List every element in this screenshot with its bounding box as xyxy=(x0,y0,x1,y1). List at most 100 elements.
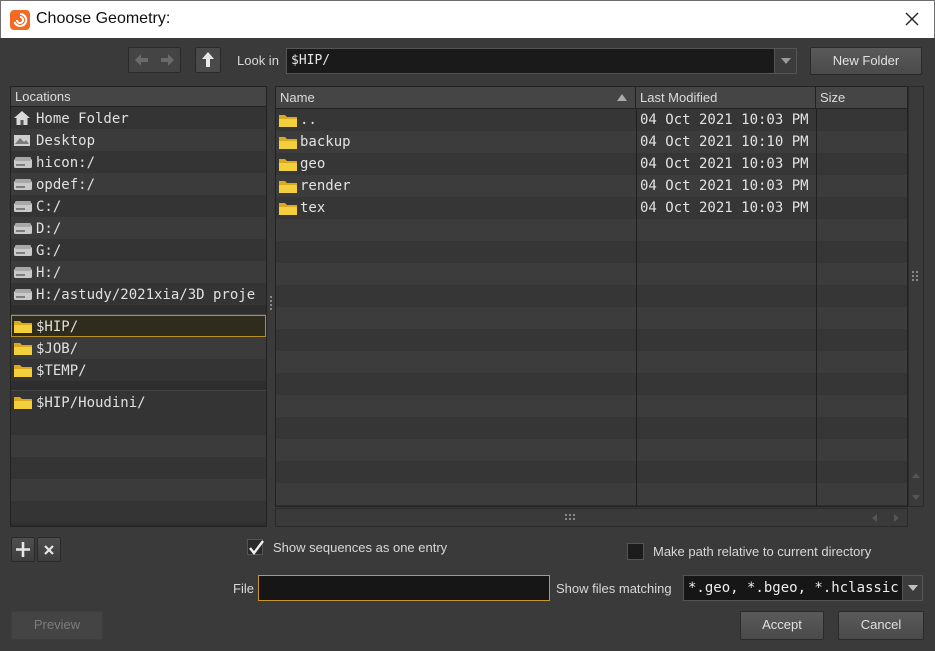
panel-splitter[interactable] xyxy=(268,86,275,527)
home-icon xyxy=(13,110,31,129)
location-item[interactable]: Desktop xyxy=(11,129,266,151)
empty-row xyxy=(276,439,907,461)
back-button[interactable] xyxy=(129,48,154,72)
empty-row xyxy=(276,395,907,417)
empty-row xyxy=(276,307,907,329)
filter-dropdown-button[interactable] xyxy=(902,576,922,600)
file-row[interactable]: tex 04 Oct 2021 10:03 PM xyxy=(276,197,907,219)
scroll-right-icon[interactable] xyxy=(894,514,899,522)
folder-icon xyxy=(278,112,298,131)
env-locations-list: $HIP/ $JOB/ $TEMP/ xyxy=(11,315,266,381)
locations-empty-area xyxy=(11,413,266,523)
close-icon xyxy=(905,12,919,26)
relative-path-checkbox[interactable] xyxy=(627,543,644,560)
drive-icon xyxy=(13,198,33,217)
location-item[interactable]: $HIP/ xyxy=(11,315,266,337)
location-item[interactable]: $HIP/Houdini/ xyxy=(11,391,266,413)
folder-icon xyxy=(278,200,298,219)
scroll-up-icon[interactable] xyxy=(912,473,920,478)
arrow-right-icon xyxy=(161,54,174,66)
location-item[interactable]: $JOB/ xyxy=(11,337,266,359)
desktop-icon xyxy=(13,132,31,151)
drive-icon xyxy=(13,242,33,261)
drive-icon xyxy=(13,220,33,239)
checkmark-icon xyxy=(249,540,264,555)
location-label: hicon:/ xyxy=(36,155,96,171)
location-item[interactable]: C:/ xyxy=(11,195,266,217)
folder-icon xyxy=(278,156,298,175)
folder-icon xyxy=(278,134,298,153)
remove-location-button[interactable] xyxy=(37,537,61,562)
file-modified: 04 Oct 2021 10:03 PM xyxy=(640,112,809,128)
drive-icon xyxy=(13,176,33,195)
new-folder-button[interactable]: New Folder xyxy=(810,47,922,75)
locations-separator xyxy=(11,381,266,391)
show-sequences-checkbox[interactable] xyxy=(247,539,264,555)
empty-row xyxy=(276,373,907,395)
file-row[interactable]: geo 04 Oct 2021 10:03 PM xyxy=(276,153,907,175)
preview-button[interactable]: Preview xyxy=(11,611,103,640)
forward-button[interactable] xyxy=(155,48,180,72)
arrow-up-icon xyxy=(202,52,214,67)
column-size-label: Size xyxy=(820,90,846,105)
empty-row xyxy=(276,219,907,241)
column-header-last-modified[interactable]: Last Modified xyxy=(636,87,816,108)
arrow-left-icon xyxy=(135,54,148,66)
column-divider xyxy=(636,109,637,506)
location-item[interactable]: H:/ xyxy=(11,261,266,283)
vertical-scrollbar[interactable] xyxy=(908,86,924,507)
location-item[interactable]: opdef:/ xyxy=(11,173,266,195)
drive-icon xyxy=(13,264,33,283)
accept-button[interactable]: Accept xyxy=(740,611,824,640)
show-sequences-label: Show sequences as one entry xyxy=(273,540,448,555)
location-item[interactable]: H:/astudy/2021xia/3D proje xyxy=(11,283,266,305)
column-header-name[interactable]: Name xyxy=(276,87,636,108)
look-in-combobox[interactable]: $HIP/ xyxy=(286,48,797,74)
close-button[interactable] xyxy=(902,9,922,29)
file-row[interactable]: .. 04 Oct 2021 10:03 PM xyxy=(276,109,907,131)
sort-ascending-icon xyxy=(617,94,627,101)
scroll-left-icon[interactable] xyxy=(872,514,877,522)
column-header-size[interactable]: Size xyxy=(816,87,907,108)
scroll-down-icon[interactable] xyxy=(912,495,920,500)
folder-icon xyxy=(13,362,33,381)
location-label: $HIP/ xyxy=(36,319,79,335)
file-label: File xyxy=(233,581,254,596)
location-label: D:/ xyxy=(36,221,62,237)
empty-row xyxy=(276,329,907,351)
file-name: .. xyxy=(300,112,317,128)
location-item[interactable]: Home Folder xyxy=(11,107,266,129)
filter-value: *.geo, *.bgeo, *.hclassic xyxy=(688,580,899,596)
file-name-input[interactable] xyxy=(258,575,550,601)
drive-icon xyxy=(13,286,33,305)
empty-row xyxy=(276,417,907,439)
look-in-dropdown-button[interactable] xyxy=(774,49,796,73)
filter-combobox[interactable]: *.geo, *.bgeo, *.hclassic xyxy=(683,575,923,601)
location-item[interactable]: $TEMP/ xyxy=(11,359,266,381)
file-rows: .. 04 Oct 2021 10:03 PM backup 04 Oct 2021 … xyxy=(276,109,907,505)
location-item[interactable]: hicon:/ xyxy=(11,151,266,173)
location-item[interactable]: D:/ xyxy=(11,217,266,239)
location-item[interactable]: G:/ xyxy=(11,239,266,261)
empty-row xyxy=(276,263,907,285)
favorite-locations-list: $HIP/Houdini/ xyxy=(11,391,266,413)
horizontal-scrollbar[interactable] xyxy=(275,508,908,527)
location-label: Desktop xyxy=(36,133,96,149)
look-in-value: $HIP/ xyxy=(291,53,331,68)
parent-folder-button[interactable] xyxy=(195,47,221,73)
locations-separator xyxy=(11,305,266,315)
plus-icon xyxy=(16,542,30,557)
remove-x-icon xyxy=(44,545,54,555)
file-row[interactable]: backup 04 Oct 2021 10:10 PM xyxy=(276,131,907,153)
locations-panel: Locations Home Folder Desktop hicon:/ opdef… xyxy=(10,86,267,527)
empty-row xyxy=(276,483,907,505)
file-modified: 04 Oct 2021 10:03 PM xyxy=(640,178,809,194)
location-label: H:/ xyxy=(36,265,62,281)
drive-icon xyxy=(13,154,33,173)
location-label: $HIP/Houdini/ xyxy=(36,395,146,411)
file-name: tex xyxy=(300,200,326,216)
locations-header: Locations xyxy=(11,87,266,107)
file-row[interactable]: render 04 Oct 2021 10:03 PM xyxy=(276,175,907,197)
cancel-button[interactable]: Cancel xyxy=(838,611,924,640)
add-location-button[interactable] xyxy=(11,537,35,562)
